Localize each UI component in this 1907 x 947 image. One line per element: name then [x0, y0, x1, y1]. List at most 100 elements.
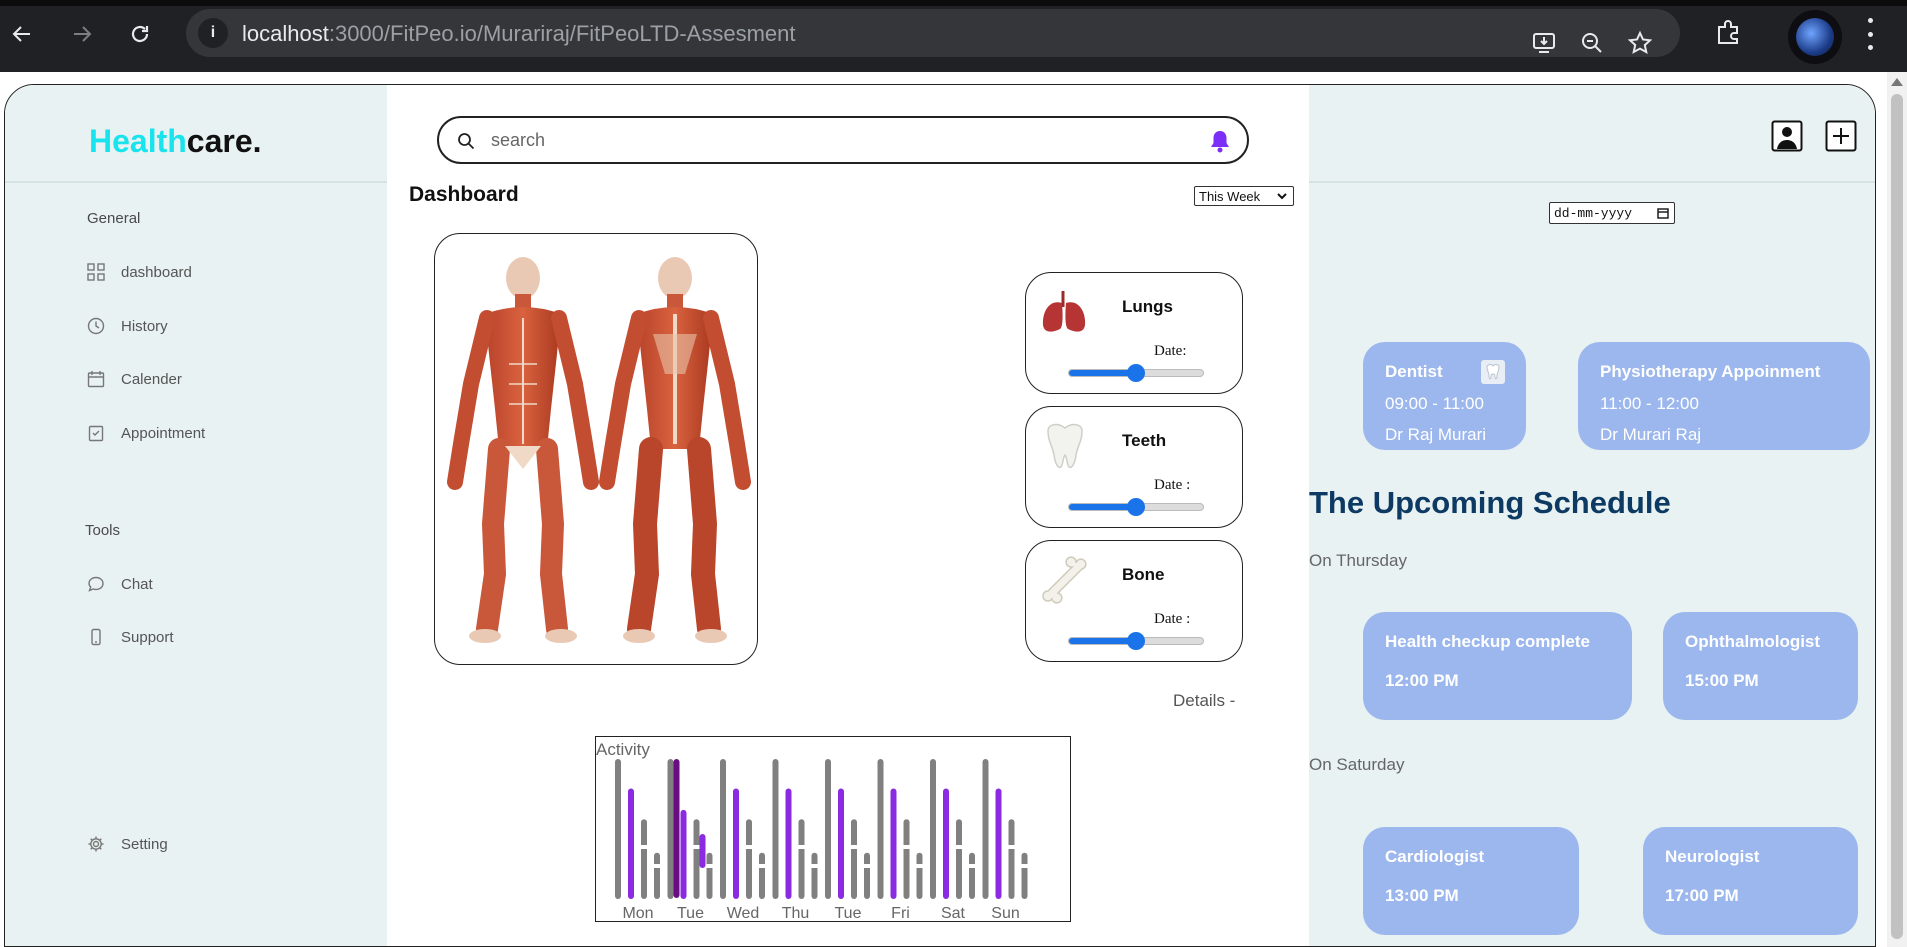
- profile-avatar[interactable]: [1788, 10, 1842, 64]
- schedule-card[interactable]: Health checkup complete 12:00 PM: [1363, 612, 1632, 720]
- activity-day-label: Fri: [891, 905, 910, 922]
- grid-icon: [87, 263, 105, 281]
- notification-bell-icon[interactable]: [1209, 129, 1231, 153]
- scroll-up-arrow-icon[interactable]: [1891, 78, 1903, 86]
- avatar-image: [1796, 18, 1834, 56]
- activity-day-label: Wed: [727, 905, 760, 922]
- activity-bar-gap: [863, 864, 871, 868]
- bone-icon: [1042, 556, 1087, 604]
- activity-bar-gap: [653, 864, 661, 868]
- add-icon[interactable]: [1825, 120, 1857, 152]
- site-info-icon[interactable]: i: [198, 18, 228, 48]
- app-frame: Healthcare. General dashboard History Ca…: [4, 84, 1876, 947]
- address-bar[interactable]: i localhost:3000/FitPeo.io/Murariraj/Fit…: [186, 9, 1680, 57]
- phone-icon: [91, 628, 101, 646]
- page-scrollbar[interactable]: [1887, 72, 1907, 947]
- activity-bar-gap: [640, 845, 648, 849]
- sidebar-item-label: History: [121, 317, 168, 335]
- sidebar: Healthcare. General dashboard History Ca…: [5, 85, 387, 946]
- schedule-card[interactable]: Neurologist 17:00 PM: [1643, 827, 1858, 935]
- appointment-doctor: Dr Murari Raj: [1600, 425, 1702, 444]
- activity-bar-gap: [1020, 864, 1029, 868]
- sidebar-item-dashboard[interactable]: dashboard: [87, 263, 192, 281]
- schedule-time: 15:00 PM: [1685, 671, 1759, 690]
- sidebar-item-support[interactable]: Support: [87, 628, 174, 646]
- back-button[interactable]: [2, 14, 42, 54]
- bookmark-star-icon[interactable]: [1626, 29, 1654, 57]
- period-select[interactable]: This Week: [1194, 186, 1294, 206]
- schedule-card[interactable]: Ophthalmologist 15:00 PM: [1663, 612, 1858, 720]
- zoom-icon[interactable]: [1578, 29, 1606, 57]
- organ-date-label: Date:: [1154, 343, 1187, 359]
- profile-icon[interactable]: [1771, 120, 1803, 152]
- browser-menu-icon[interactable]: [1860, 18, 1880, 50]
- forward-button[interactable]: [62, 14, 102, 54]
- reload-icon: [131, 25, 149, 43]
- activity-bar-gap: [692, 845, 701, 849]
- activity-day-label: Mon: [622, 905, 653, 922]
- schedule-title: Neurologist: [1665, 847, 1760, 866]
- search-icon: [458, 133, 475, 150]
- schedule-time: 17:00 PM: [1665, 886, 1739, 905]
- details-link[interactable]: Details -: [1173, 691, 1235, 711]
- front-figure: [447, 257, 599, 643]
- arrow-left-icon: [12, 26, 30, 42]
- activity-bar-gap: [902, 845, 911, 849]
- activity-day-label: Sat: [941, 905, 966, 922]
- appointment-title: Dentist: [1385, 362, 1443, 381]
- period-select-value: This Week: [1199, 188, 1261, 204]
- activity-day-label: Thu: [782, 905, 810, 922]
- back-figure: [599, 257, 751, 643]
- appointment-time: 11:00 - 12:00: [1600, 394, 1699, 413]
- activity-bar-gap: [968, 864, 976, 868]
- sidebar-item-appointment[interactable]: Appointment: [87, 424, 205, 442]
- appointment-card-physiotherapy[interactable]: Physiotherapy Appoinment 11:00 - 12:00 D…: [1578, 342, 1870, 450]
- chevron-down-icon: [1277, 193, 1287, 200]
- sidebar-item-history[interactable]: History: [87, 317, 168, 335]
- url-host: localhost: [242, 21, 329, 46]
- organ-name: Lungs: [1122, 297, 1173, 316]
- anatomy-card: [434, 233, 758, 665]
- arrow-right-icon: [74, 26, 92, 42]
- url-text[interactable]: localhost:3000/FitPeo.io/Murariraj/FitPe…: [242, 21, 796, 47]
- main-content: Dashboard This Week: [387, 85, 1309, 946]
- schedule-card[interactable]: Cardiologist 13:00 PM: [1363, 827, 1579, 935]
- sidebar-item-calender[interactable]: Calender: [87, 370, 182, 388]
- schedule-title: Cardiologist: [1385, 847, 1485, 866]
- search-input[interactable]: [491, 126, 1171, 154]
- organ-slider[interactable]: [1068, 632, 1204, 650]
- activity-day-label: Tue: [677, 905, 704, 922]
- sidebar-item-chat[interactable]: Chat: [87, 575, 153, 593]
- sidebar-item-label: Calender: [121, 370, 182, 388]
- scrollbar-thumb[interactable]: [1891, 94, 1903, 939]
- reload-button[interactable]: [120, 14, 160, 54]
- organ-slider[interactable]: [1068, 364, 1204, 382]
- tools-section-label: Tools: [85, 522, 121, 539]
- organ-date-label: Date :: [1154, 477, 1191, 493]
- organ-card-teeth[interactable]: Teeth Date :: [1025, 406, 1243, 528]
- organ-slider[interactable]: [1068, 498, 1204, 516]
- date-picker[interactable]: dd-mm-yyyy: [1549, 202, 1675, 224]
- sidebar-item-setting[interactable]: Setting: [87, 835, 168, 853]
- general-section-label: General: [87, 210, 141, 227]
- organ-card-lungs[interactable]: Lungs Date:: [1025, 272, 1243, 394]
- chat-icon: [88, 576, 104, 592]
- appointment-card-dentist[interactable]: Dentist 09:00 - 11:00 Dr Raj Murari: [1363, 342, 1526, 450]
- schedule-panel: dd-mm-yyyy Dentist 09:00 - 11:00 Dr Raj …: [1309, 85, 1875, 946]
- organ-card-bone[interactable]: Bone Date :: [1025, 540, 1243, 662]
- sidebar-item-label: dashboard: [121, 263, 192, 281]
- sidebar-divider: [5, 181, 387, 183]
- sidebar-item-label: Setting: [121, 835, 168, 853]
- clipboard-icon: [88, 425, 104, 442]
- activity-day-label: Tue: [835, 905, 862, 922]
- calendar-icon: [1657, 208, 1669, 219]
- organ-name: Bone: [1122, 565, 1165, 584]
- activity-chart: Activity Mon Tue Wed Thu Tue Fri Sat Sun: [595, 736, 1071, 922]
- tooth-icon: [1481, 360, 1505, 384]
- activity-day-label: Sun: [991, 905, 1019, 922]
- url-path: :3000/FitPeo.io/Murariraj/FitPeoLTD-Asse…: [328, 21, 796, 46]
- extensions-icon[interactable]: [1714, 18, 1742, 46]
- install-app-icon[interactable]: [1530, 29, 1558, 57]
- activity-bar-gap: [797, 845, 806, 849]
- schedule-time: 12:00 PM: [1385, 671, 1459, 690]
